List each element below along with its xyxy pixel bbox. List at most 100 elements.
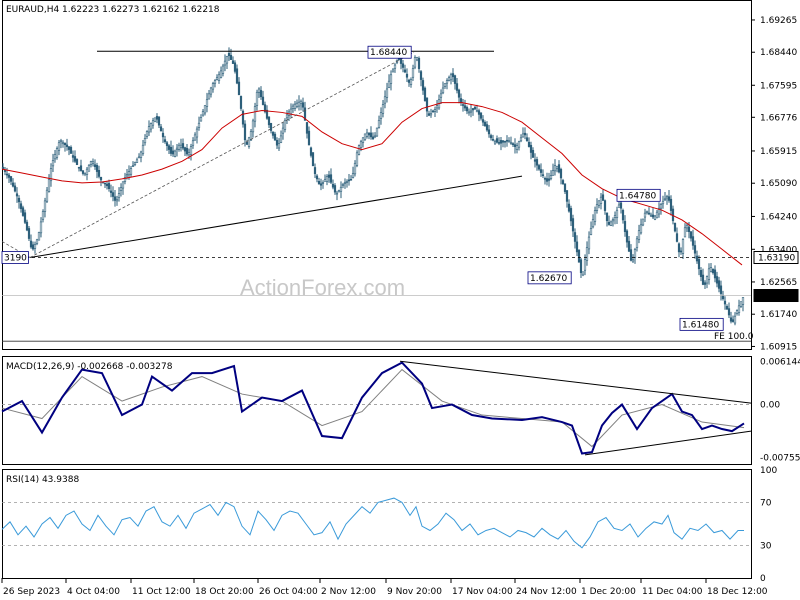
candle-body [469, 110, 473, 113]
candle-body [227, 53, 231, 57]
candle-body [359, 141, 363, 148]
candle-body [109, 190, 113, 193]
candle-body [351, 173, 355, 179]
candle-body [677, 243, 681, 253]
candle-body [289, 108, 293, 115]
candle-body [543, 178, 547, 180]
candle-body [707, 268, 711, 280]
candle-body [361, 137, 365, 144]
candle-body [529, 144, 533, 153]
candle-body [217, 74, 221, 81]
candle-body [557, 164, 561, 173]
candle-body [309, 147, 313, 156]
candle-body [155, 116, 159, 120]
candle-body [65, 144, 69, 147]
candle-body [21, 207, 25, 216]
candle-body [279, 135, 283, 143]
candle-body [231, 60, 235, 64]
candle-body [741, 297, 745, 305]
candle-body [579, 259, 583, 273]
candle-body [19, 203, 23, 210]
rsi-axis-label: 100 [760, 466, 777, 476]
candle-body [119, 187, 123, 191]
candle-body [35, 239, 39, 244]
candle-body [41, 211, 45, 220]
candle-body [339, 186, 343, 192]
date-axis-label: 11 Oct 12:00 [132, 587, 191, 597]
candle-body [725, 306, 729, 310]
candle-body [173, 150, 177, 157]
candle-body [393, 64, 397, 69]
candle-body [431, 110, 435, 113]
candle-body [145, 131, 149, 137]
candle-body [597, 200, 601, 206]
candle-body [387, 80, 391, 89]
candle-body [617, 204, 621, 208]
candle-body [273, 133, 277, 141]
candle-body [665, 196, 669, 199]
candle-body [85, 168, 89, 175]
candle-body [133, 162, 137, 165]
chart-watermark: ActionForex.com [240, 275, 405, 300]
price-axis-label: 1.64240 [760, 212, 797, 222]
candle-body [271, 131, 275, 136]
candle-body [93, 164, 97, 167]
candle-body [1, 166, 5, 169]
candle-body [275, 140, 279, 146]
candle-body [245, 141, 249, 145]
candle-body [709, 267, 713, 272]
candle-body [441, 87, 445, 94]
candle-body [507, 140, 511, 143]
candle-body [307, 130, 311, 146]
candle-body [533, 159, 537, 162]
candle-body [201, 111, 205, 116]
candle-body [635, 238, 639, 249]
candle-body [577, 249, 581, 263]
candle-body [703, 282, 707, 285]
candle-body [331, 183, 335, 188]
date-axis-label: 26 Sep 2023 [3, 587, 60, 597]
candle-body [103, 182, 107, 185]
candle-body [421, 80, 425, 91]
candle-body [701, 274, 705, 285]
candle-body [153, 117, 157, 123]
candle-body [353, 162, 357, 175]
candle-body [509, 142, 513, 145]
candle-body [621, 210, 625, 221]
candle-body [337, 189, 341, 192]
candle-body [253, 106, 257, 122]
candle-body [221, 65, 225, 74]
candle-body [209, 87, 213, 95]
candle-body [183, 147, 187, 152]
price-annotation-label: 3190 [4, 254, 27, 264]
candle-body [463, 105, 467, 109]
date-axis-label: 4 Oct 04:00 [67, 587, 120, 597]
candle-body [513, 144, 517, 147]
candle-body [165, 142, 169, 146]
candle-body [25, 221, 29, 231]
candle-body [345, 181, 349, 183]
candle-body [719, 285, 723, 294]
current-price-tag-label: 1.62218 [758, 292, 795, 302]
candle-body [483, 121, 487, 127]
candle-body [143, 138, 147, 144]
candle-body [593, 210, 597, 222]
candle-body [77, 166, 81, 169]
candle-body [341, 183, 345, 186]
date-axis-label: 17 Nov 04:00 [452, 587, 513, 597]
candle-body [639, 224, 643, 234]
candle-body [633, 248, 637, 258]
price-annotation-label: 1.61480 [682, 320, 719, 330]
candle-body [45, 189, 49, 202]
candle-body [323, 179, 327, 182]
candle-body [199, 117, 203, 122]
candle-body [477, 110, 481, 115]
candle-body [623, 221, 627, 232]
candle-body [461, 104, 465, 106]
candle-body [585, 247, 589, 261]
candle-body [121, 181, 125, 189]
candle-body [281, 127, 285, 134]
candle-body [403, 69, 407, 73]
candle-body [595, 204, 599, 211]
price-axis-label: 1.67595 [760, 81, 797, 91]
